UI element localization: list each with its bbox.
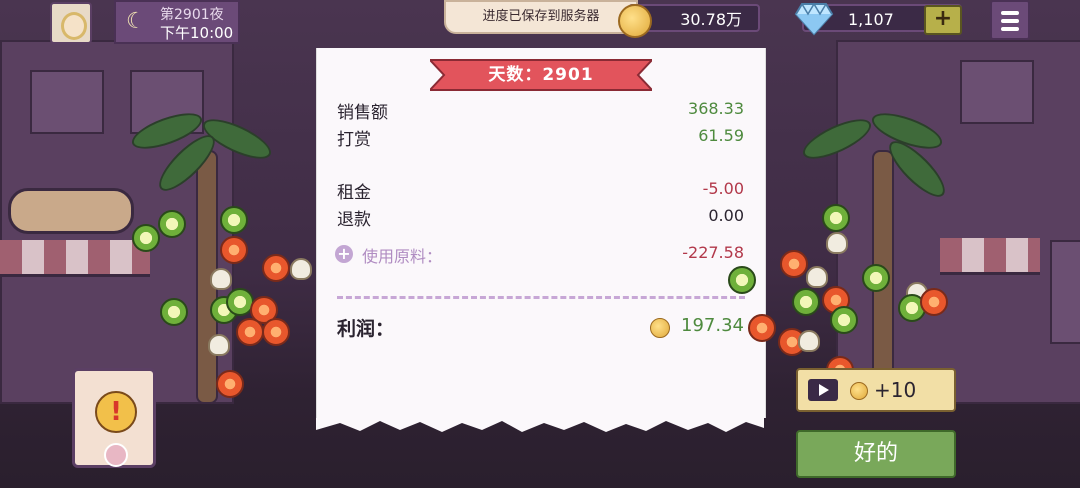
- building-window: [1050, 240, 1080, 344]
- exclamation-icon: !: [95, 391, 137, 433]
- diamond-icon: [794, 2, 834, 36]
- tomato-slice: [220, 236, 248, 264]
- tomato-slice: [262, 254, 290, 282]
- day-label: 天数：2901: [488, 65, 594, 85]
- refund-label: 退款: [337, 210, 371, 230]
- right-awning: [940, 238, 1040, 275]
- coin-icon: [618, 4, 652, 38]
- ok-button[interactable]: 好的: [796, 430, 956, 478]
- video-ad-icon: [808, 379, 838, 401]
- hamburger-menu-icon[interactable]: [990, 0, 1030, 40]
- left-awning: [0, 240, 150, 277]
- sales-value: 368.33: [688, 99, 744, 118]
- save-toast: 进度已保存到服务器: [444, 0, 638, 34]
- notification-dot: [104, 443, 128, 467]
- jalapeno-slice: [862, 264, 890, 292]
- ingredients-label[interactable]: 使用原料：: [362, 243, 442, 267]
- player-avatar[interactable]: [50, 2, 92, 44]
- watch-ad-button[interactable]: +10: [796, 368, 956, 412]
- tomato-slice: [262, 318, 290, 346]
- add-gems-button[interactable]: +: [924, 5, 962, 35]
- jalapeno-slice: [728, 266, 756, 294]
- night-counter: ☾ 第2901夜 下午10:00: [114, 0, 240, 44]
- alert-card[interactable]: !: [72, 368, 156, 468]
- jalapeno-slice: [158, 210, 186, 238]
- tips-value: 61.59: [698, 126, 744, 145]
- garlic-clove: [826, 232, 848, 254]
- tips-label: 打赏: [337, 130, 371, 150]
- jalapeno-slice: [830, 306, 858, 334]
- jalapeno-slice: [822, 204, 850, 232]
- rent-value: -5.00: [702, 179, 744, 198]
- refund-value: 0.00: [708, 206, 744, 225]
- building-window: [960, 60, 1034, 124]
- garlic-clove: [208, 334, 230, 356]
- garlic-clove: [290, 258, 312, 280]
- tomato-slice: [920, 288, 948, 316]
- moon-icon: ☾: [126, 9, 146, 34]
- jalapeno-slice: [132, 224, 160, 252]
- profit-value: 197.34: [681, 315, 744, 336]
- jalapeno-slice: [160, 298, 188, 326]
- coin-icon: [850, 382, 868, 400]
- building-window: [30, 70, 104, 134]
- ad-reward-label: +10: [874, 378, 917, 402]
- rent-label: 租金: [337, 183, 371, 203]
- tomato-slice: [216, 370, 244, 398]
- coin-icon: [650, 318, 670, 338]
- tomato-slice: [780, 250, 808, 278]
- tomato-slice: [236, 318, 264, 346]
- ingredients-value: -227.58: [682, 243, 744, 262]
- night-label: 第2901夜: [160, 7, 224, 23]
- profit-label: 利润：: [337, 318, 395, 340]
- time-label: 下午10:00: [160, 24, 234, 42]
- jalapeno-slice: [220, 206, 248, 234]
- bone-sign: [8, 188, 134, 234]
- divider: [337, 296, 745, 299]
- garlic-clove: [806, 266, 828, 288]
- garlic-clove: [210, 268, 232, 290]
- garlic-clove: [798, 330, 820, 352]
- jalapeno-slice: [792, 288, 820, 316]
- sales-label: 销售额: [337, 103, 388, 123]
- plus-circle-icon[interactable]: +: [335, 245, 353, 263]
- receipt-torn-edge: [316, 418, 764, 432]
- tomato-slice: [748, 314, 776, 342]
